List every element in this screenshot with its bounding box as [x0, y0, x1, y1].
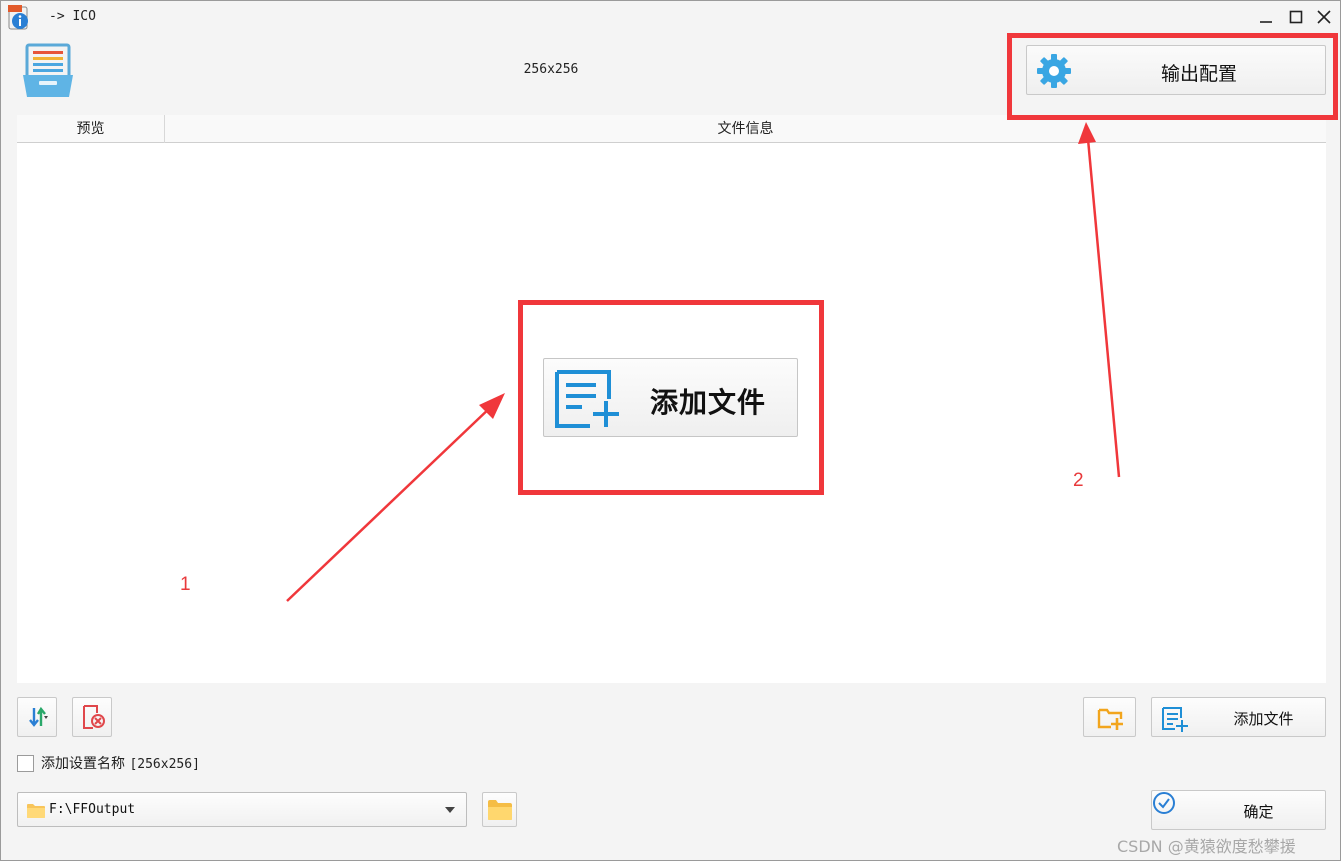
output-path-value: F:\FFOutput	[49, 802, 136, 817]
ok-button[interactable]: 确定	[1151, 790, 1326, 830]
minimize-button[interactable]	[1255, 7, 1277, 27]
check-circle-icon	[1153, 792, 1175, 814]
annotation-box-2	[1007, 33, 1338, 120]
maximize-button[interactable]	[1285, 7, 1307, 27]
append-setting-name-text: 添加设置名称 [256x256]	[41, 753, 200, 773]
clear-list-icon	[83, 705, 105, 729]
chevron-down-icon	[445, 807, 455, 813]
column-header-preview[interactable]: 预览	[17, 115, 165, 143]
maximize-icon	[1289, 10, 1303, 24]
add-file-small-icon	[1162, 707, 1188, 732]
append-setting-name-suffix: [256x256]	[129, 757, 200, 772]
annotation-label-1: 1	[180, 574, 191, 595]
app-icon	[8, 5, 28, 30]
append-setting-name-label: 添加设置名称	[41, 756, 125, 772]
preset-label: 256x256	[523, 62, 579, 77]
browse-folder-button[interactable]	[482, 792, 517, 827]
add-folder-button[interactable]	[1083, 697, 1136, 737]
watermark-text: CSDN @黄猿欲度愁攀援	[1117, 837, 1296, 856]
sort-icon	[29, 706, 48, 727]
sort-button[interactable]	[17, 697, 57, 737]
minimize-icon	[1260, 21, 1272, 23]
window-title: -> ICO	[49, 9, 96, 24]
close-icon	[1317, 10, 1331, 24]
close-button[interactable]	[1313, 7, 1335, 27]
clear-list-button[interactable]	[72, 697, 112, 737]
output-path-select[interactable]: F:\FFOutput	[17, 792, 467, 827]
add-file-label: 添加文件	[1233, 710, 1294, 728]
folder-icon	[27, 804, 45, 818]
append-setting-name-option[interactable]: 添加设置名称 [256x256]	[17, 753, 200, 773]
annotation-box-1	[518, 300, 824, 495]
format-factory-logo-icon	[23, 43, 73, 97]
title-bar: -> ICO	[1, 1, 1340, 33]
app-window: -> ICO 256x256 输出配置 预览 文件信息 添加文件 1 2 添加文…	[0, 0, 1341, 861]
ok-label: 确定	[1243, 803, 1274, 821]
append-setting-name-checkbox[interactable]	[17, 754, 34, 772]
add-file-button[interactable]: 添加文件	[1151, 697, 1326, 737]
open-folder-icon	[488, 800, 512, 820]
annotation-label-2: 2	[1073, 470, 1084, 491]
add-folder-icon	[1097, 708, 1123, 730]
